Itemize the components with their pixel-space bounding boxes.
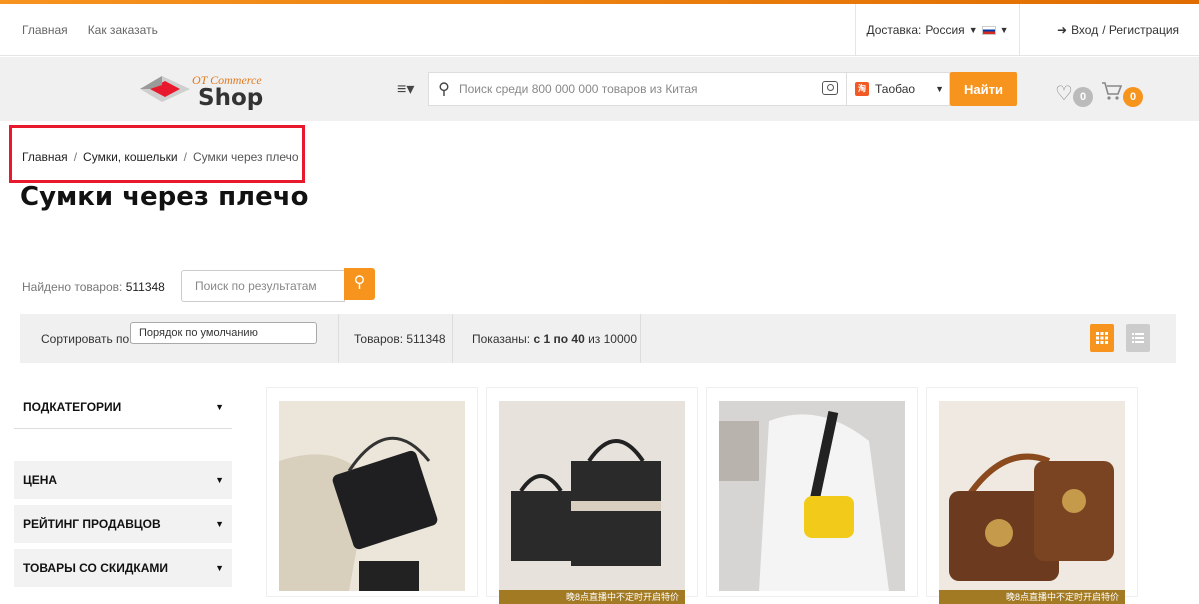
grid-icon xyxy=(1096,332,1108,344)
found-label: Найдено товаров: xyxy=(22,280,123,294)
favorites-count-badge: 0 xyxy=(1073,87,1093,107)
filter-label: ЦЕНА xyxy=(23,473,58,487)
items-count: Товаров: 511348 xyxy=(354,332,446,346)
main-header: OT Commerce Shop ≡▾ ⚲ Поиск среди 800 00… xyxy=(0,57,1199,121)
chevron-down-icon: ▼ xyxy=(215,475,224,485)
results-search-input[interactable]: Поиск по результатам xyxy=(181,270,345,302)
chevron-down-icon: ▼ xyxy=(215,401,224,412)
results-search-button[interactable]: ⚲ xyxy=(344,268,375,300)
cart-icon xyxy=(1102,82,1123,100)
search-icon: ⚲ xyxy=(438,81,450,98)
list-view-button[interactable] xyxy=(1126,324,1150,352)
divider xyxy=(338,314,339,363)
shown-range: Показаны: с 1 по 40 из 10000 xyxy=(472,332,637,346)
register-link[interactable]: / Регистрация xyxy=(1102,23,1179,37)
top-link-how-to-order[interactable]: Как заказать xyxy=(88,23,158,37)
promo-ribbon: 晚8点直播中不定时开启特价 xyxy=(499,590,685,604)
shown-range-value: с 1 по 40 xyxy=(533,332,585,346)
auth-links: ➜ Вход / Регистрация xyxy=(1057,4,1179,56)
russia-flag-icon xyxy=(981,25,996,35)
search-bar[interactable]: ⚲ Поиск среди 800 000 000 товаров из Кит… xyxy=(428,72,847,106)
shown-prefix: Показаны: xyxy=(472,332,531,346)
sort-bar: Сортировать по: Порядок по умолчанию Тов… xyxy=(20,314,1176,363)
product-image[interactable] xyxy=(499,401,685,591)
found-count: Найдено товаров: 511348 xyxy=(22,280,165,294)
search-input[interactable]: Поиск среди 800 000 000 товаров из Китая xyxy=(459,82,698,96)
taobao-icon: 淘 xyxy=(855,82,869,96)
filter-discounts[interactable]: ТОВАРЫ СО СКИДКАМИ ▼ xyxy=(14,549,232,587)
delivery-selector[interactable]: Доставка: Россия ▼ ▼ xyxy=(855,4,1020,56)
filter-seller-rating[interactable]: РЕЙТИНГ ПРОДАВЦОВ ▼ xyxy=(14,505,232,543)
product-image[interactable] xyxy=(719,401,905,591)
chevron-down-icon: ▼ xyxy=(968,25,978,35)
provider-label: Таобао xyxy=(875,82,916,96)
product-card[interactable]: 晚8点直播中不定时开启特价 xyxy=(926,387,1138,604)
chevron-down-icon: ▼ xyxy=(215,563,224,573)
delivery-country: Россия xyxy=(925,23,965,37)
product-card[interactable] xyxy=(266,387,478,597)
divider xyxy=(452,314,453,363)
grid-view-button[interactable] xyxy=(1090,324,1114,352)
filter-label: РЕЙТИНГ ПРОДАВЦОВ xyxy=(23,517,161,531)
product-image[interactable] xyxy=(939,401,1125,591)
login-link[interactable]: Вход xyxy=(1071,23,1098,37)
filter-label: ПОДКАТЕГОРИИ xyxy=(23,399,122,414)
product-card[interactable]: 晚8点直播中不定时开启特价 xyxy=(486,387,698,604)
sort-label: Сортировать по: xyxy=(41,332,133,346)
catalog-menu-button[interactable]: ≡▾ xyxy=(397,79,414,99)
promo-ribbon: 晚8点直播中不定时开启特价 xyxy=(939,590,1125,604)
filter-label: ТОВАРЫ СО СКИДКАМИ xyxy=(23,561,168,575)
filter-subcategories[interactable]: ПОДКАТЕГОРИИ ▼ xyxy=(14,385,232,429)
chevron-down-icon: ▼ xyxy=(999,25,1009,35)
cart-count-badge: 0 xyxy=(1123,87,1143,107)
search-icon: ⚲ xyxy=(353,274,366,291)
camera-icon[interactable] xyxy=(822,81,838,95)
top-bar: Главная Как заказать Доставка: Россия ▼ … xyxy=(0,4,1199,56)
favorites-button[interactable]: ♡ 0 xyxy=(1055,81,1093,107)
heart-icon: ♡ xyxy=(1055,83,1073,105)
chevron-down-icon: ▼ xyxy=(215,519,224,529)
filter-price[interactable]: ЦЕНА ▼ xyxy=(14,461,232,499)
product-card[interactable] xyxy=(706,387,918,597)
filter-sidebar: ПОДКАТЕГОРИИ ▼ ЦЕНА ▼ РЕЙТИНГ ПРОДАВЦОВ … xyxy=(14,385,232,593)
site-logo[interactable]: OT Commerce Shop xyxy=(140,69,280,111)
breadcrumb-highlight-box xyxy=(9,125,305,183)
logo-text-shop: Shop xyxy=(198,85,264,111)
find-button[interactable]: Найти xyxy=(950,72,1017,106)
delivery-label: Доставка: xyxy=(866,23,922,37)
provider-select[interactable]: 淘 Таобао ▼ xyxy=(847,72,950,106)
top-nav: Главная Как заказать xyxy=(0,23,158,37)
list-icon xyxy=(1132,333,1144,343)
logo-diamond-icon xyxy=(140,76,190,102)
sort-select[interactable]: Порядок по умолчанию xyxy=(130,322,317,344)
login-icon: ➜ xyxy=(1057,23,1068,37)
product-image[interactable] xyxy=(279,401,465,591)
shown-suffix: из 10000 xyxy=(588,332,638,346)
top-link-home[interactable]: Главная xyxy=(22,23,68,37)
chevron-down-icon: ▼ xyxy=(935,84,945,94)
found-number: 511348 xyxy=(125,280,165,294)
divider xyxy=(640,314,641,363)
page-title: Сумки через плечо xyxy=(20,182,309,212)
cart-button[interactable]: 0 xyxy=(1101,81,1143,107)
